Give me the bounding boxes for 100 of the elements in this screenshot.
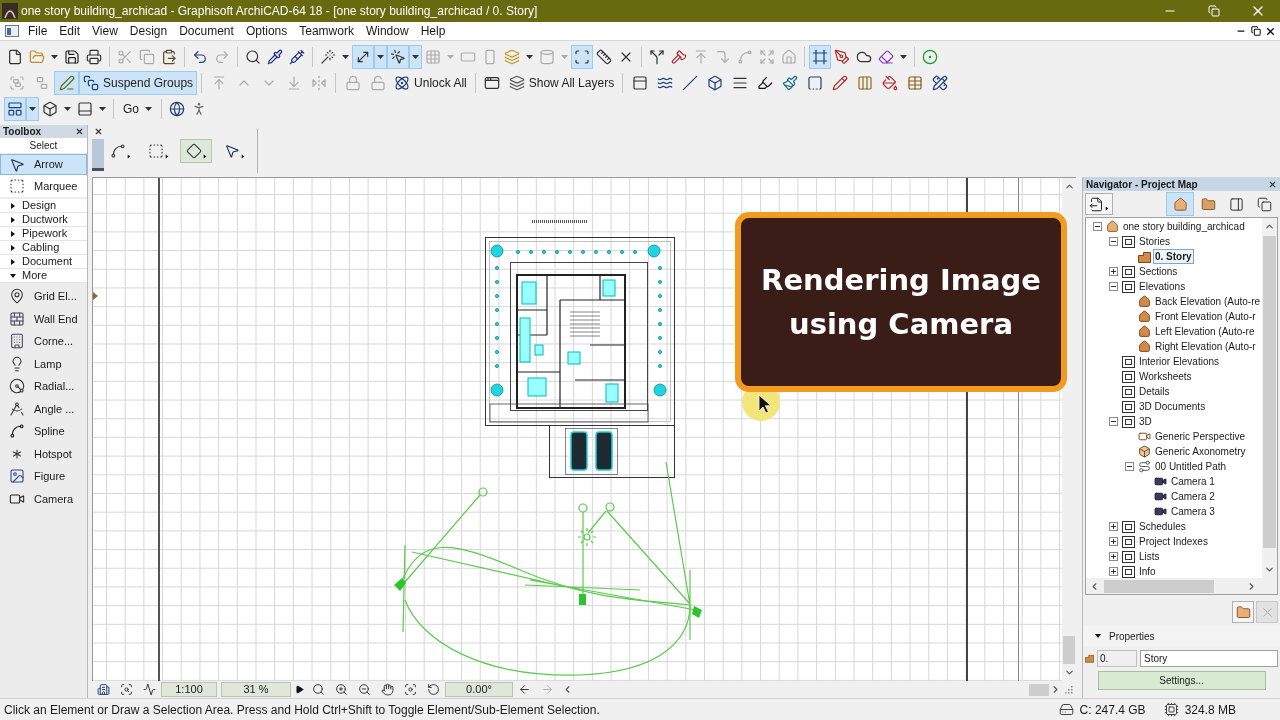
toggle-box-icon[interactable] bbox=[1092, 222, 1102, 231]
menu-item[interactable]: Design bbox=[123, 22, 174, 40]
menu-button[interactable]: Go bbox=[118, 97, 157, 121]
tool-group[interactable]: More bbox=[0, 269, 87, 283]
scrollbar-thumb[interactable] bbox=[1104, 579, 1214, 593]
menu-item[interactable]: File bbox=[22, 22, 54, 40]
tool-group[interactable]: Document bbox=[0, 255, 87, 269]
flyout-triangle-icon bbox=[126, 154, 131, 159]
building-icon bbox=[97, 683, 110, 696]
tool-item[interactable]: Arrow bbox=[0, 154, 87, 175]
toggle-box-icon[interactable] bbox=[1108, 282, 1118, 291]
menu-item[interactable]: Teamwork bbox=[293, 22, 360, 40]
tool-item[interactable]: Wall End bbox=[0, 307, 87, 330]
tree-item[interactable]: Interior Elevations bbox=[1137, 354, 1222, 369]
tool-group[interactable]: Design bbox=[0, 199, 87, 213]
toggle-box-icon[interactable] bbox=[1108, 537, 1118, 546]
tool-item[interactable]: Corne... bbox=[0, 330, 87, 353]
vertical-scrollbar[interactable] bbox=[1262, 218, 1277, 578]
tree-item[interactable]: Back Elevation (Auto-re bbox=[1153, 294, 1263, 309]
tool-item[interactable]: Hotspot bbox=[0, 442, 87, 465]
panel-title: Toolbox bbox=[3, 125, 42, 138]
dropdown-button[interactable] bbox=[374, 45, 387, 69]
geometry-method-button[interactable] bbox=[180, 139, 212, 163]
scrollbar-thumb[interactable] bbox=[1063, 636, 1075, 664]
tool-item[interactable]: Camera bbox=[0, 487, 87, 510]
tree-item[interactable]: Left Elevation (Auto-re bbox=[1153, 324, 1257, 339]
video-camera-icon bbox=[1153, 475, 1167, 488]
tool-item[interactable]: Spline bbox=[0, 420, 87, 443]
dropdown-button[interactable] bbox=[26, 97, 39, 121]
menu-item[interactable]: Document bbox=[173, 22, 240, 40]
menu-item[interactable]: View bbox=[86, 22, 124, 40]
toolbar-button[interactable]: Suspend Groups bbox=[79, 71, 198, 95]
tree-item[interactable]: 00 Untitled Path bbox=[1153, 459, 1229, 474]
tree-item[interactable]: Sections bbox=[1137, 264, 1180, 279]
dropdown-button[interactable] bbox=[409, 45, 422, 69]
tree-item[interactable]: Elevations bbox=[1137, 279, 1188, 294]
tree-item[interactable]: Details bbox=[1137, 384, 1172, 399]
zoom-field[interactable]: 31 % bbox=[221, 682, 291, 697]
tool-item[interactable]: Grid El... bbox=[0, 285, 87, 308]
properties-header[interactable]: Properties bbox=[1083, 626, 1280, 646]
scrollbar-thumb[interactable] bbox=[1263, 236, 1277, 548]
tree-item[interactable]: Camera 1 bbox=[1169, 474, 1217, 489]
menu-item[interactable]: Options bbox=[239, 22, 294, 40]
tree-item[interactable]: 3D Documents bbox=[1137, 399, 1208, 414]
restore-button[interactable] bbox=[1248, 23, 1263, 39]
tree-item[interactable]: Worksheets bbox=[1137, 369, 1194, 384]
flyout-triangle-icon bbox=[202, 154, 207, 159]
toolbar-button[interactable]: Show All Layers bbox=[504, 71, 619, 95]
tool-item[interactable]: Angle ... bbox=[0, 397, 87, 420]
tree-item[interactable]: Project Indexes bbox=[1137, 534, 1210, 549]
angle-field[interactable]: 0.00° bbox=[445, 682, 513, 697]
tree-item[interactable]: Info bbox=[1137, 564, 1158, 579]
horizontal-scrollbar[interactable] bbox=[1086, 578, 1277, 594]
dashed-rectangle-icon bbox=[9, 178, 25, 194]
name-field[interactable]: Story bbox=[1140, 649, 1278, 667]
tool-group[interactable]: Pipework bbox=[0, 227, 87, 241]
menu-item[interactable]: Window bbox=[359, 22, 415, 40]
tree-item[interactable]: Lists bbox=[1137, 549, 1162, 564]
publish-button[interactable] bbox=[1085, 193, 1113, 215]
zoom-in-icon bbox=[335, 683, 348, 696]
video-camera-icon bbox=[1153, 490, 1167, 503]
tree-item[interactable]: Right Elevation (Auto-r bbox=[1153, 339, 1258, 354]
tree-item[interactable]: 0. Story bbox=[1153, 249, 1194, 264]
menu-item[interactable]: Edit bbox=[53, 22, 87, 40]
tree-item[interactable]: Generic Perspective bbox=[1153, 429, 1248, 444]
toolbar-button[interactable]: Unlock All bbox=[390, 71, 471, 95]
tree-item[interactable]: Stories bbox=[1137, 234, 1173, 249]
tool-group[interactable]: Ductwork bbox=[0, 213, 87, 227]
scale-field[interactable]: 1:100 bbox=[161, 682, 217, 697]
pointer-icon bbox=[223, 143, 240, 159]
toggle-box-icon[interactable] bbox=[1108, 522, 1118, 531]
toggle-box-icon[interactable] bbox=[1124, 462, 1134, 471]
settings-button[interactable]: Settings... bbox=[1097, 671, 1266, 690]
scrollbar-thumb[interactable] bbox=[1029, 683, 1049, 696]
tree-item[interactable]: Generic Axonometry bbox=[1153, 444, 1248, 459]
toggle-box-icon[interactable] bbox=[1108, 567, 1118, 576]
tool-item[interactable]: Lamp bbox=[0, 352, 87, 375]
toggle-box-icon[interactable] bbox=[1108, 552, 1118, 561]
panel-icon bbox=[1228, 196, 1244, 212]
tree-item[interactable]: Front Elevation (Auto-r bbox=[1153, 309, 1258, 324]
tree-item[interactable]: one story building_archicad bbox=[1121, 219, 1247, 234]
tree-item[interactable]: Camera 3 bbox=[1169, 504, 1217, 519]
close-button[interactable] bbox=[1267, 179, 1277, 189]
map-view-button[interactable] bbox=[1166, 192, 1194, 216]
toggle-box-icon[interactable] bbox=[1108, 237, 1118, 246]
menu-item[interactable]: Help bbox=[414, 22, 452, 40]
toggle-box-icon[interactable] bbox=[1108, 417, 1118, 426]
tool-group[interactable]: Cabling bbox=[0, 241, 87, 255]
tree-item[interactable]: Schedules bbox=[1137, 519, 1188, 534]
tree-item[interactable]: Camera 2 bbox=[1169, 489, 1217, 504]
chevron-down-icon[interactable] bbox=[1063, 667, 1075, 678]
tool-item[interactable]: Figure bbox=[0, 465, 87, 488]
close-button[interactable] bbox=[74, 126, 84, 137]
panel-handle[interactable] bbox=[92, 139, 104, 171]
chevron-down-icon[interactable] bbox=[1264, 564, 1276, 575]
tool-item[interactable]: Marquee bbox=[0, 175, 87, 197]
toggle-box-icon[interactable] bbox=[1108, 267, 1118, 276]
tool-item[interactable]: Radial... bbox=[0, 375, 87, 398]
number-field[interactable]: 0. bbox=[1097, 649, 1137, 667]
tree-item[interactable]: 3D bbox=[1137, 414, 1154, 429]
